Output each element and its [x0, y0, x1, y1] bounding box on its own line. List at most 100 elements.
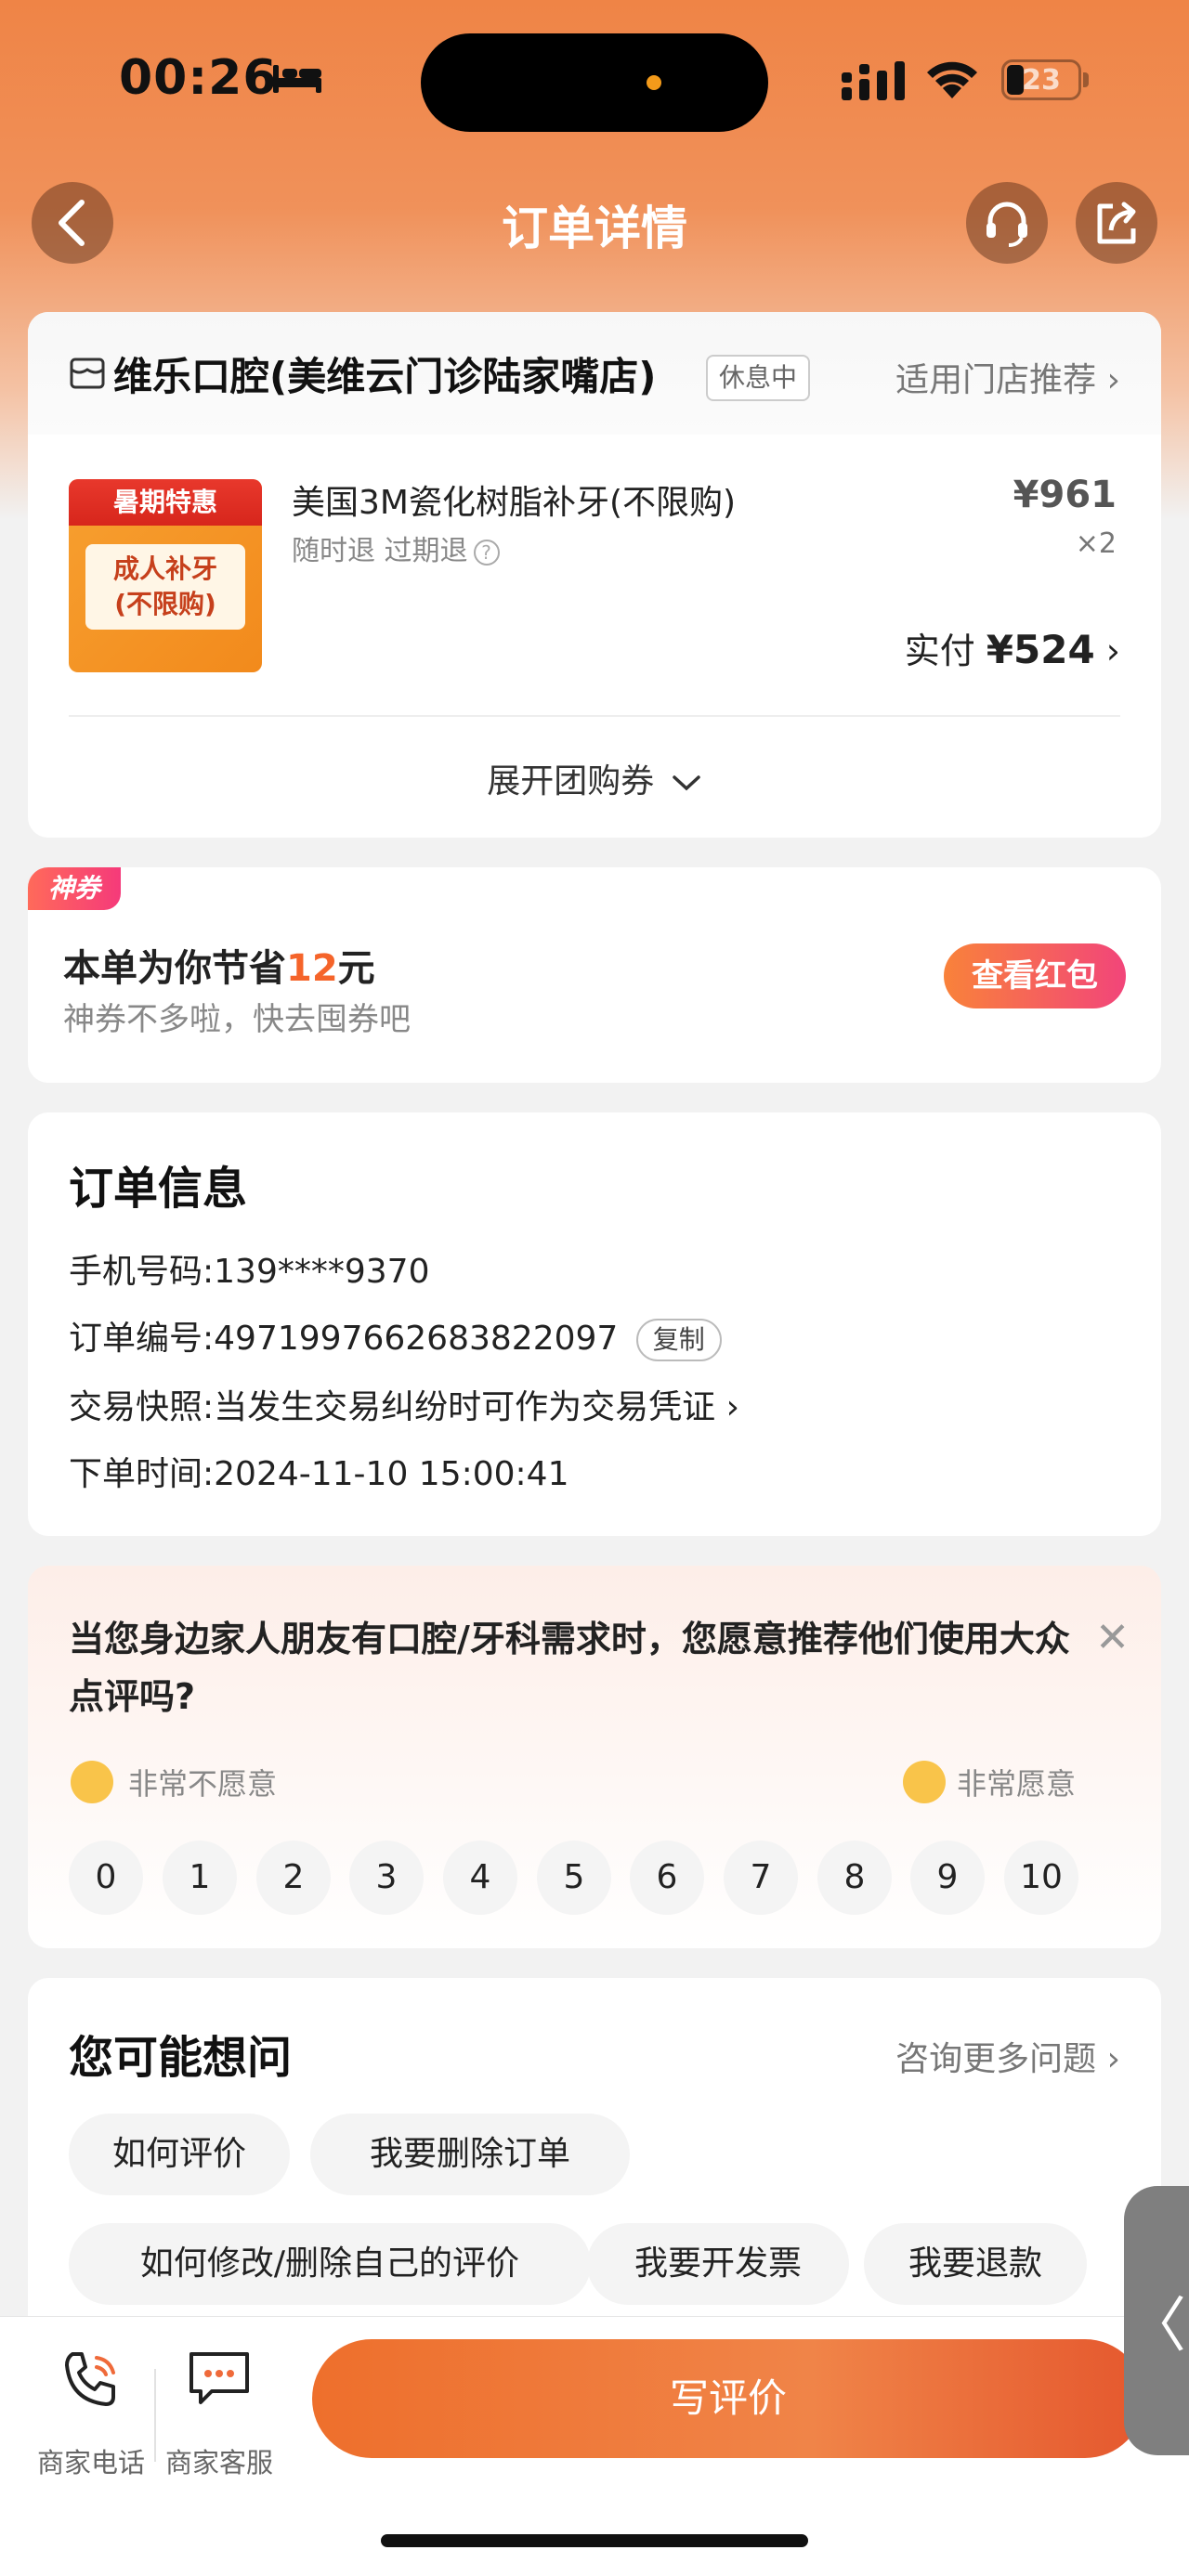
thumb-label-line2: (不限购) [114, 589, 216, 619]
chevron-down-icon [672, 775, 700, 791]
shop-header[interactable]: 维乐口腔(美维云门诊陆家嘴店) 休息中 适用门店推荐 › [28, 312, 1161, 435]
view-red-packet-button[interactable]: 查看红包 [944, 943, 1126, 1008]
phone-value: 139****9370 [214, 1253, 430, 1291]
battery-nub [1083, 72, 1089, 87]
battery-icon: 23 [1001, 59, 1081, 100]
cellular-signal-icon [842, 61, 905, 100]
score-5[interactable]: 5 [537, 1841, 611, 1915]
score-9[interactable]: 9 [910, 1841, 985, 1915]
thumb-label: 成人补牙 (不限购) [85, 544, 245, 630]
customer-service-button[interactable] [966, 182, 1048, 264]
divider [69, 715, 1120, 717]
faq-chip[interactable]: 如何修改/删除自己的评价 [69, 2223, 591, 2305]
chevron-right-icon: › [1106, 361, 1120, 399]
refund-policy: 随时退 过期退? [292, 527, 500, 568]
store-icon [70, 358, 105, 389]
score-1[interactable]: 1 [163, 1841, 237, 1915]
headset-icon [986, 202, 1027, 247]
shop-status-badge: 休息中 [706, 355, 811, 401]
score-4[interactable]: 4 [443, 1841, 517, 1915]
help-icon[interactable]: ? [473, 539, 500, 566]
product-thumbnail[interactable]: 暑期特惠 成人补牙 (不限购) [69, 479, 262, 672]
snapshot-row[interactable]: 交易快照:当发生交易纠纷时可作为交易凭证 › [69, 1380, 739, 1428]
score-row: 0 1 2 3 4 5 6 7 8 9 10 [28, 1649, 1161, 1928]
order-number-label: 订单编号: [69, 1320, 215, 1358]
chevron-left-icon [59, 200, 85, 246]
paid-amount-link[interactable]: 实付 ¥524 › [905, 622, 1120, 673]
chat-icon [189, 2352, 249, 2404]
expand-vouchers-button[interactable]: 展开团购券 [28, 754, 1161, 802]
sleep-mode-icon [273, 65, 321, 93]
merchant-chat-label: 商家客服 [164, 2447, 273, 2478]
order-info-title: 订单信息 [69, 1163, 248, 1215]
chevron-right-icon: › [1096, 2040, 1120, 2078]
score-7[interactable]: 7 [724, 1841, 798, 1915]
score-2[interactable]: 2 [256, 1841, 331, 1915]
faq-title: 您可能想问 [69, 2032, 293, 2084]
score-8[interactable]: 8 [817, 1841, 892, 1915]
chevron-right-icon: › [1105, 631, 1120, 671]
faq-chip[interactable]: 我要开发票 [587, 2223, 849, 2305]
snapshot-value: 当发生交易纠纷时可作为交易凭证 [214, 1388, 716, 1426]
chevron-right-icon: › [715, 1388, 739, 1426]
faq-chip[interactable]: 我要删除订单 [310, 2114, 630, 2195]
savings-suffix: 元 [337, 947, 375, 990]
merchant-chat-button[interactable]: 商家客服 [154, 2345, 284, 2478]
coupon-savings-card: 神券 本单为你节省12元 神券不多啦，快去囤券吧 查看红包 [28, 867, 1161, 1083]
order-product-card: 维乐口腔(美维云门诊陆家嘴店) 休息中 适用门店推荐 › 暑期特惠 成人补牙 (… [28, 312, 1161, 838]
merchant-phone-button[interactable]: 商家电话 [26, 2345, 156, 2478]
savings-title: 本单为你节省12元 [63, 938, 375, 992]
score-10[interactable]: 10 [1004, 1841, 1078, 1915]
expand-vouchers-label: 展开团购券 [487, 762, 655, 800]
order-number-row: 订单编号:4971997662683822097 复制 [69, 1311, 722, 1361]
order-time-row: 下单时间:2024-11-10 15:00:41 [69, 1447, 568, 1495]
phone-label: 手机号码: [69, 1253, 215, 1291]
paid-amount: ¥524 [986, 627, 1095, 672]
order-time-label: 下单时间: [69, 1455, 215, 1493]
status-bar: 00:26 23 [0, 0, 1189, 158]
bottom-action-bar: 商家电话 商家客服 写评价 [0, 2316, 1189, 2576]
faq-chip[interactable]: 我要退款 [864, 2223, 1087, 2305]
copy-button[interactable]: 复制 [635, 1319, 722, 1361]
score-3[interactable]: 3 [349, 1841, 424, 1915]
share-icon [1097, 202, 1136, 244]
thumb-label-line1: 成人补牙 [112, 553, 217, 584]
store-recommend-link[interactable]: 适用门店推荐 › [895, 353, 1120, 401]
faq-chip[interactable]: 如何评价 [69, 2114, 290, 2195]
shop-name[interactable]: 维乐口腔(美维云门诊陆家嘴店) [113, 345, 656, 402]
page-title: 订单详情 [502, 202, 687, 255]
savings-prefix: 本单为你节省 [63, 947, 286, 990]
store-recommend-label: 适用门店推荐 [895, 361, 1097, 399]
share-button[interactable] [1076, 182, 1157, 264]
merchant-phone-label: 商家电话 [36, 2447, 145, 2478]
recording-dot-icon [647, 75, 661, 90]
product-title[interactable]: 美国3M瓷化树脂补牙(不限购) [292, 475, 736, 524]
more-questions-link[interactable]: 咨询更多问题 › [895, 2032, 1120, 2080]
thumb-promo-tag: 暑期特惠 [69, 479, 262, 526]
home-indicator [381, 2534, 808, 2547]
order-number-value: 4971997662683822097 [214, 1320, 619, 1358]
snapshot-label: 交易快照: [69, 1388, 215, 1426]
order-info-card: 订单信息 手机号码:139****9370 订单编号:4971997662683… [28, 1112, 1161, 1536]
battery-level: 23 [1022, 64, 1061, 97]
order-time-value: 2024-11-10 15:00:41 [214, 1455, 569, 1493]
product-price: ¥961 [1013, 474, 1117, 516]
score-0[interactable]: 0 [69, 1841, 143, 1915]
status-time: 00:26 [119, 50, 278, 106]
phone-icon [65, 2352, 115, 2406]
wifi-icon [927, 61, 977, 98]
more-questions-label: 咨询更多问题 [895, 2040, 1097, 2078]
nps-survey-card: 当您身边家人朋友有口腔/牙科需求时，您愿意推荐他们使用大众点评吗? ✕ 非常不愿… [28, 1566, 1161, 1948]
refund-policy-text: 随时退 过期退 [292, 535, 468, 567]
score-6[interactable]: 6 [630, 1841, 704, 1915]
faq-card: 您可能想问 咨询更多问题 › 如何评价 我要删除订单 如何修改/删除自己的评价 … [28, 1978, 1161, 2349]
paid-label: 实付 [904, 631, 975, 671]
phone-row: 手机号码:139****9370 [69, 1244, 429, 1293]
write-review-button[interactable]: 写评价 [312, 2339, 1144, 2458]
product-quantity: ×2 [1075, 527, 1117, 560]
back-button[interactable] [32, 182, 113, 264]
savings-subtitle: 神券不多啦，快去囤券吧 [63, 1001, 411, 1038]
savings-amount: 12 [286, 947, 338, 990]
side-drawer-handle[interactable]: 〈 [1124, 2186, 1189, 2455]
coupon-tag: 神券 [28, 867, 121, 910]
